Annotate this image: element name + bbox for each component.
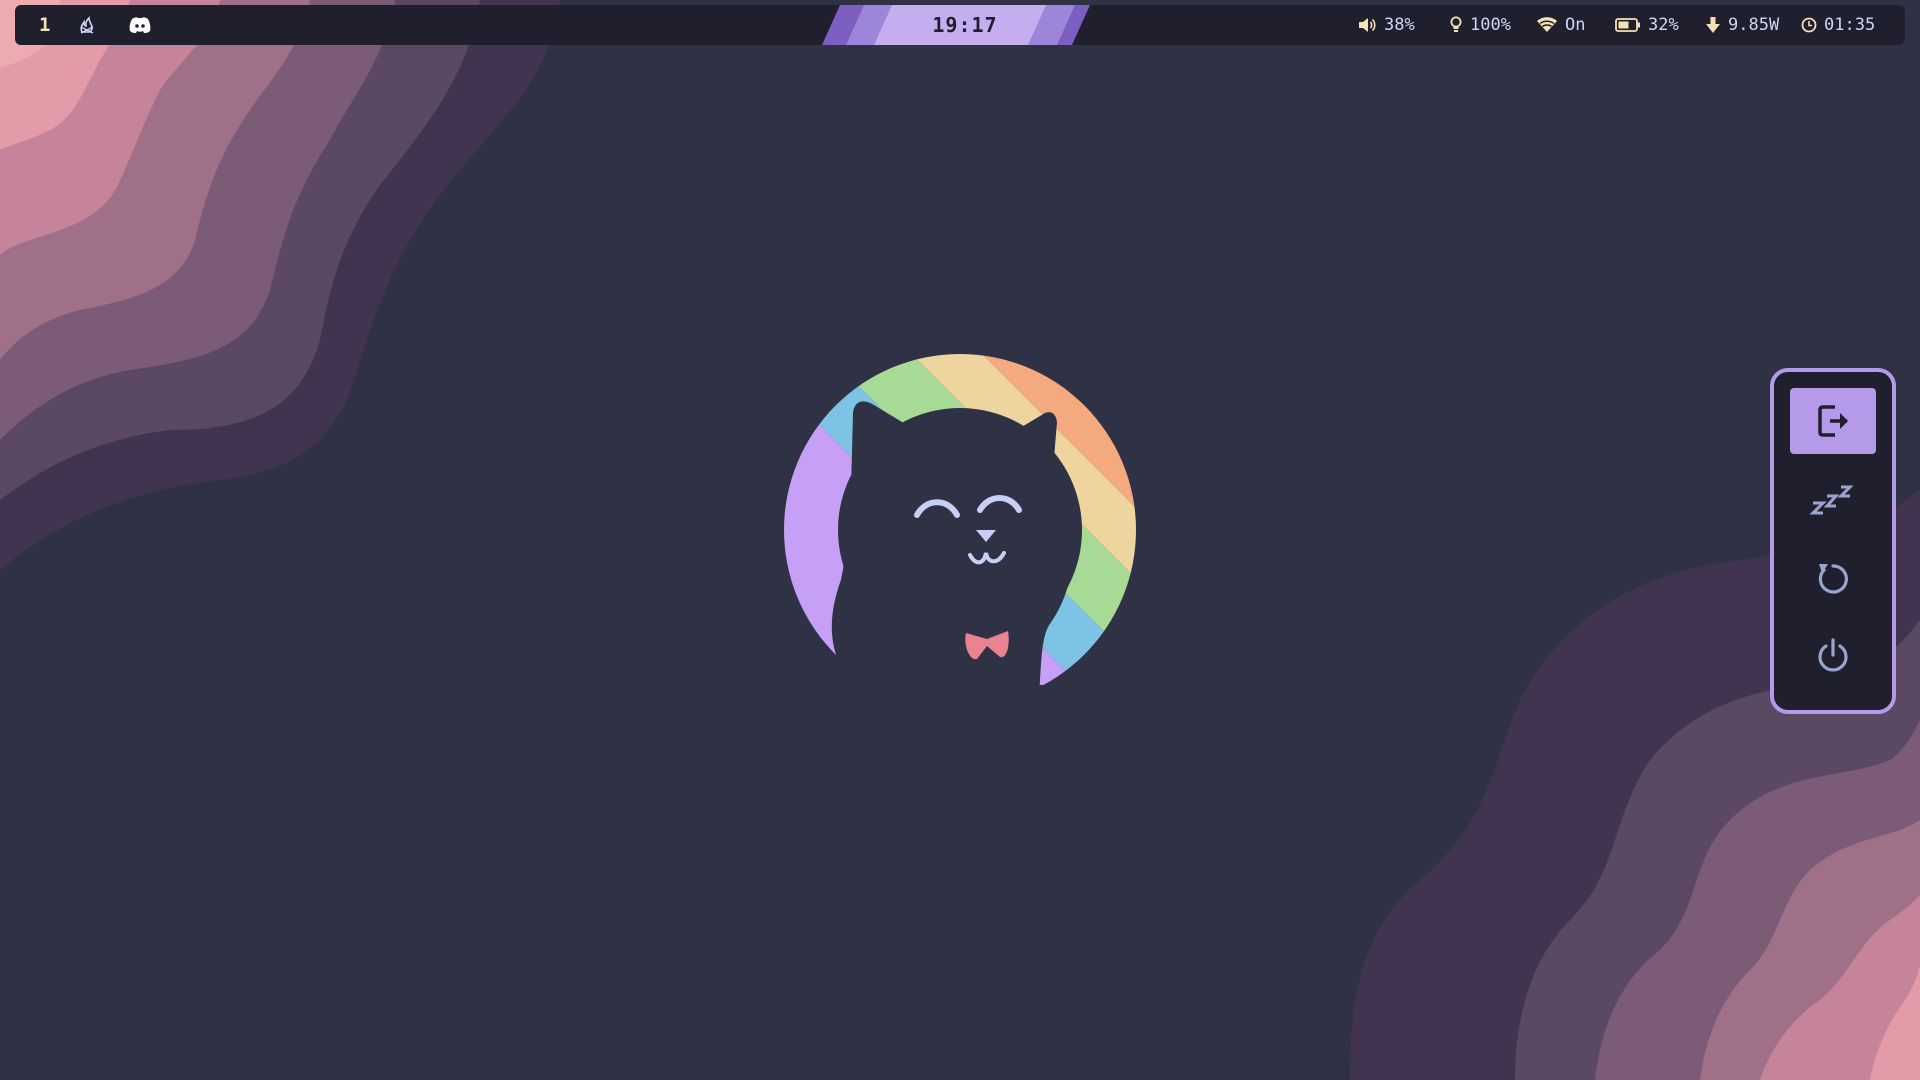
sleep-button[interactable] bbox=[1790, 466, 1876, 532]
logout-button[interactable] bbox=[1790, 388, 1876, 454]
power-menu bbox=[1770, 368, 1896, 714]
wifi-icon bbox=[1537, 17, 1557, 32]
uptime-module[interactable]: 01:35 bbox=[1801, 5, 1875, 45]
desktop: 1 19:17 38% 100% On 32% 9.85W 01:35 bbox=[0, 0, 1920, 1080]
volume-value: 38% bbox=[1384, 15, 1415, 35]
clock-time: 19:17 bbox=[932, 13, 998, 37]
brightness-value: 100% bbox=[1470, 15, 1511, 35]
top-bar: 1 19:17 38% 100% On 32% 9.85W 01:35 bbox=[15, 5, 1905, 45]
wifi-status: On bbox=[1565, 15, 1586, 35]
workspace-indicator[interactable]: 1 bbox=[39, 5, 50, 45]
power-draw-value: 9.85W bbox=[1728, 15, 1780, 35]
reboot-icon bbox=[1818, 564, 1848, 594]
uptime-value: 01:35 bbox=[1824, 15, 1876, 35]
battery-module[interactable]: 32% bbox=[1615, 5, 1679, 45]
bulb-icon bbox=[1450, 16, 1462, 32]
discord-icon[interactable] bbox=[128, 15, 152, 35]
volume-module[interactable]: 38% bbox=[1357, 5, 1415, 45]
power-draw-module[interactable]: 9.85W bbox=[1705, 5, 1779, 45]
clock-icon bbox=[1801, 17, 1817, 33]
shutdown-button[interactable] bbox=[1790, 622, 1876, 688]
brightness-module[interactable]: 100% bbox=[1449, 5, 1511, 45]
clock-widget[interactable]: 19:17 bbox=[820, 5, 1110, 45]
campfire-icon[interactable] bbox=[77, 15, 97, 35]
battery-value: 32% bbox=[1648, 15, 1679, 35]
volume-icon bbox=[1359, 18, 1376, 32]
wifi-module[interactable]: On bbox=[1536, 5, 1585, 45]
arrow-down-icon bbox=[1706, 17, 1720, 33]
cat-logo bbox=[784, 354, 1136, 700]
logout-icon bbox=[1818, 405, 1848, 437]
battery-icon bbox=[1615, 18, 1640, 32]
sleep-icon bbox=[1809, 485, 1854, 515]
cat-silhouette bbox=[831, 401, 1074, 700]
shutdown-icon bbox=[1818, 638, 1848, 672]
reboot-button[interactable] bbox=[1790, 544, 1876, 610]
